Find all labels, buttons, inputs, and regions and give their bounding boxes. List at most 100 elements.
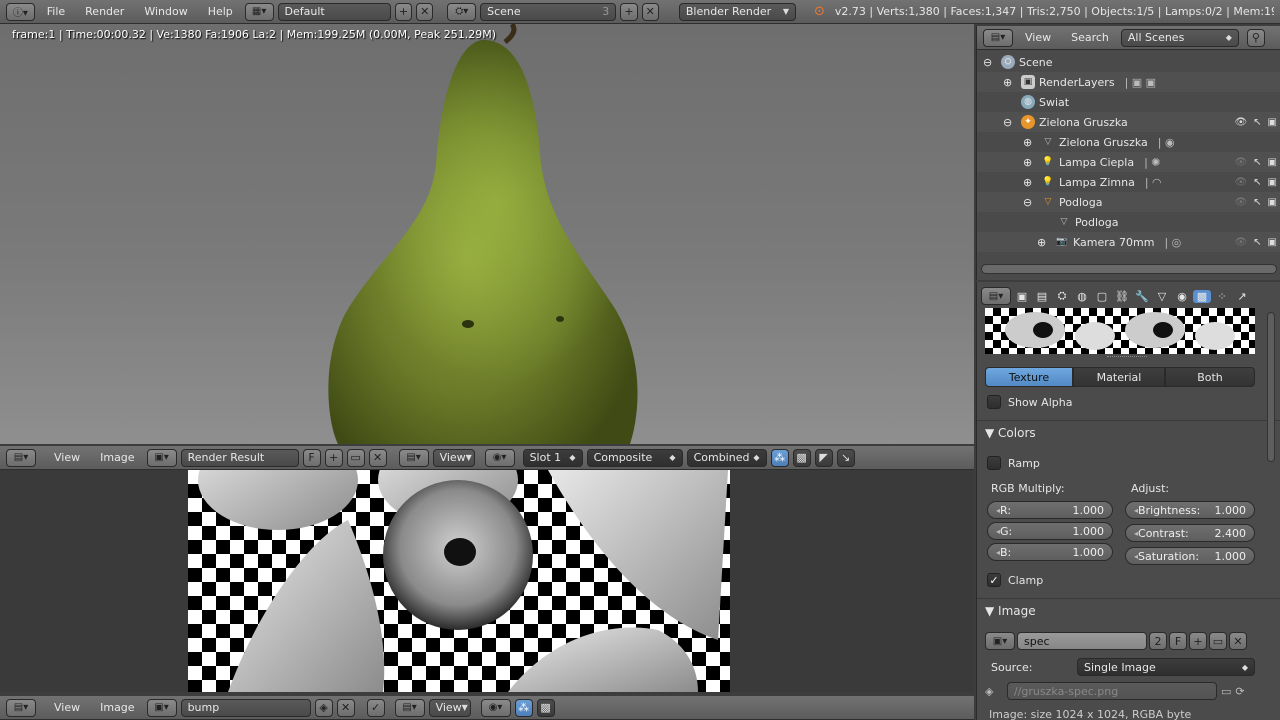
image-browse-button[interactable]: ▣▾ (146, 448, 177, 467)
outliner-row-renderlayers[interactable]: ⊕ ▣ RenderLayers | ▣ ▣ (977, 72, 1280, 92)
render-engine-dropdown[interactable]: Blender Render ▼ (678, 2, 796, 21)
render-tab-icon[interactable]: ▣ (1013, 290, 1031, 303)
info-editor-type-button[interactable]: ⓘ▾ (6, 2, 35, 21)
render-layers-tab-icon[interactable]: ▤ (1033, 290, 1051, 303)
menu-window[interactable]: Window (136, 5, 195, 18)
fake-user-button[interactable]: F (302, 448, 321, 467)
cursor-icon[interactable]: ↖ (1253, 117, 1261, 128)
texture-tab-icon[interactable]: ▩ (1193, 289, 1211, 303)
delete-layout-button[interactable]: ✕ (416, 2, 434, 21)
unlink-image-button[interactable]: ✕ (368, 448, 387, 467)
preview-resize-handle[interactable] (1107, 356, 1147, 359)
render-viewport[interactable]: frame:1 | Time:00:00.32 | Ve:1380 Fa:190… (0, 24, 974, 444)
g-multiply-field[interactable]: ◂ G: 1.000 (987, 522, 1113, 540)
render-pass-dropdown[interactable]: Combined ◆ (686, 448, 767, 467)
material-tab-icon[interactable]: ◉ (1173, 290, 1191, 303)
modifiers-tab-icon[interactable]: 🔧 (1133, 290, 1151, 303)
camera-icon[interactable]: ▣ (1268, 197, 1277, 208)
camera-icon[interactable]: ▣ (1268, 237, 1277, 248)
bottom-menu-view[interactable]: View (46, 701, 88, 714)
bottom-editor-type-button[interactable]: ▤▾ (6, 698, 36, 717)
properties-vertical-scrollbar[interactable] (1267, 312, 1275, 462)
image-name-field[interactable]: Render Result (180, 448, 299, 467)
bottom-menu-image[interactable]: Image (92, 701, 142, 714)
bottom-view-mode-icon-button[interactable]: ▤▾ (394, 698, 425, 717)
brightness-field[interactable]: ◂ Brightness: 1.000 (1125, 501, 1255, 519)
disclosure-icon[interactable]: ⊕ (1003, 76, 1017, 89)
clamp-checkbox[interactable]: ✓ (987, 573, 1001, 587)
image-fake-user-button[interactable]: F (1169, 632, 1187, 650)
add-scene-button[interactable]: + (620, 2, 638, 21)
image-users-count[interactable]: 2 (1149, 632, 1167, 650)
disclosure-icon[interactable]: ⊕ (1023, 176, 1037, 189)
open-image-button[interactable]: ▭ (346, 448, 365, 467)
disclosure-icon[interactable]: ⊕ (1023, 156, 1037, 169)
outliner-row-podloga[interactable]: ⊖ ▽ Podloga 👁 ↖ ▣ (977, 192, 1280, 212)
world-tab-icon[interactable]: ◍ (1073, 290, 1091, 303)
image-panel-header[interactable]: ▼ Image (985, 604, 1036, 618)
saturation-field[interactable]: ◂ Saturation: 1.000 (1125, 547, 1255, 565)
image-browse-button[interactable]: ▣▾ (985, 632, 1015, 650)
menu-image[interactable]: Image (92, 451, 142, 464)
draw-channels-alpha-button[interactable]: ▩ (792, 448, 811, 467)
bottom-image-name-field[interactable]: bump (180, 698, 311, 717)
camera-icon[interactable]: ▣ (1268, 157, 1277, 168)
bottom-image-browse-button[interactable]: ▣▾ (146, 698, 177, 717)
menu-file[interactable]: File (39, 5, 73, 18)
reload-icon[interactable]: ⟳ (1235, 685, 1244, 698)
disclosure-icon[interactable]: ⊖ (1023, 196, 1037, 209)
outliner-menu-view[interactable]: View (1017, 31, 1059, 44)
preview-type-both[interactable]: Both (1165, 367, 1255, 387)
outliner-row-podloga-mesh[interactable]: ▽ Podloga (977, 212, 1280, 232)
source-dropdown[interactable]: Single Image ◆ (1077, 658, 1255, 676)
outliner-row-scene[interactable]: ⊖ ⛭ Scene (977, 52, 1280, 72)
view-dropdown[interactable]: View ▼ (432, 448, 475, 467)
b-multiply-field[interactable]: ◂ B: 1.000 (987, 543, 1113, 561)
scene-icon-button[interactable]: ⛭▾ (447, 2, 477, 21)
draw-channels-color-button[interactable]: ⁂ (770, 448, 789, 467)
bottom-pack-button[interactable]: ◈ (314, 698, 333, 717)
ramp-checkbox[interactable] (987, 456, 1001, 470)
slot-dropdown[interactable]: Slot 1 ◆ (522, 448, 583, 467)
image-unlink-button[interactable]: ✕ (1229, 632, 1247, 650)
add-layout-button[interactable]: + (394, 2, 413, 21)
outliner-filter-dropdown[interactable]: All Scenes ◆ (1120, 28, 1239, 47)
disclosure-icon[interactable]: ⊕ (1023, 136, 1037, 149)
camera-icon[interactable]: ▣ (1268, 177, 1277, 188)
image-name-field[interactable]: spec (1017, 632, 1147, 650)
disclosure-icon[interactable]: ⊖ (1003, 116, 1017, 129)
outliner-row-zielona-gruszka-mesh[interactable]: ⊕ ▽ Zielona Gruszka | ◉ (977, 132, 1280, 152)
cursor-icon[interactable]: ↖ (1253, 197, 1261, 208)
menu-help[interactable]: Help (200, 5, 241, 18)
outliner-row-world[interactable]: ◍ Swiat (977, 92, 1280, 112)
editor-type-button[interactable]: ▤▾ (6, 448, 36, 467)
constraints-tab-icon[interactable]: ⛓ (1113, 290, 1131, 303)
show-alpha-checkbox[interactable] (987, 395, 1001, 409)
bottom-alpha-button[interactable]: ▩ (536, 698, 555, 717)
outliner-menu-search[interactable]: Search (1063, 31, 1117, 44)
cursor-icon[interactable]: ↖ (1253, 237, 1261, 248)
bottom-draw-channels-button[interactable]: ⁂ (514, 698, 533, 717)
physics-tab-icon[interactable]: ↗ (1233, 290, 1251, 303)
delete-scene-button[interactable]: ✕ (641, 2, 659, 21)
screen-layout-field[interactable]: Default (277, 2, 391, 21)
draw-channels-z-button[interactable]: ◤ (814, 448, 833, 467)
new-image-button[interactable]: + (324, 448, 343, 467)
image-open-button[interactable]: ▭ (1209, 632, 1227, 650)
eye-icon[interactable]: 👁 (1234, 177, 1247, 188)
colors-panel-header[interactable]: ▼ Colors (985, 426, 1036, 440)
file-browser-icon[interactable]: ▭ (1221, 685, 1231, 698)
r-multiply-field[interactable]: ◂ R: 1.000 (987, 501, 1113, 519)
preview-type-texture[interactable]: Texture (985, 367, 1073, 387)
eye-icon[interactable]: 👁 (1234, 117, 1247, 128)
eye-icon[interactable]: 👁 (1234, 237, 1247, 248)
data-tab-icon[interactable]: ▽ (1153, 290, 1171, 303)
cursor-icon[interactable]: ↖ (1253, 157, 1261, 168)
outliner-row-zielona-gruszka[interactable]: ⊖ ✦ Zielona Gruszka 👁 ↖ ▣ (977, 112, 1280, 132)
scene-tab-icon[interactable]: ⛭ (1053, 289, 1071, 303)
bottom-unlink-button[interactable]: ✕ (336, 698, 355, 717)
outliner-row-lampa-ciepla[interactable]: ⊕ 💡 Lampa Ciepla | ✺ 👁 ↖ ▣ (977, 152, 1280, 172)
eye-icon[interactable]: 👁 (1234, 197, 1247, 208)
view-mode-icon-button[interactable]: ▤▾ (398, 448, 429, 467)
properties-editor-type-button[interactable]: ▤▾ (981, 287, 1011, 305)
